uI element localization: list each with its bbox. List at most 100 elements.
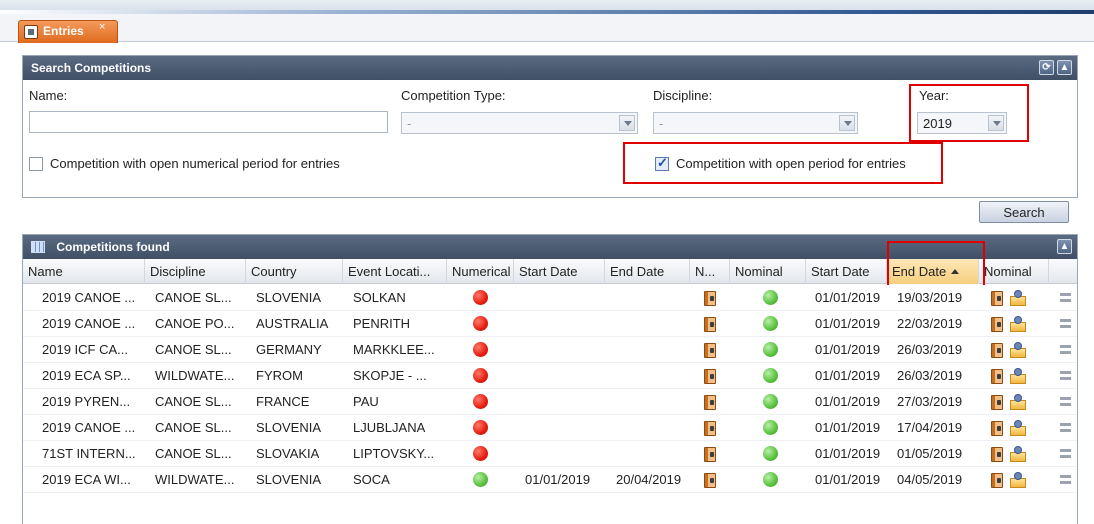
numerical-status-dot [473, 420, 488, 435]
nominal-book-icon[interactable] [991, 395, 1003, 410]
cell-name: 2019 CANOE ... [42, 316, 136, 331]
col-numerical[interactable]: Numerical [447, 259, 514, 284]
numerical-status-dot [473, 394, 488, 409]
nominal-status-dot [763, 394, 778, 409]
cell-country: AUSTRALIA [256, 316, 329, 331]
nominal-book-icon[interactable] [991, 291, 1003, 306]
col-num-end-date[interactable]: End Date [605, 259, 690, 284]
collapse-icon[interactable]: ▲ [1057, 60, 1072, 75]
discipline-select[interactable]: - [653, 112, 858, 134]
competition-type-label: Competition Type: [401, 88, 506, 103]
cell-num-end-date [611, 363, 621, 389]
chevron-down-icon[interactable] [839, 115, 855, 131]
nominal-book-icon[interactable] [991, 473, 1003, 488]
entries-book-icon[interactable] [704, 395, 716, 410]
table-row[interactable]: 2019 ECA SP... WILDWATE... FYROM SKOPJE - .… [23, 363, 1077, 389]
entries-book-icon[interactable] [704, 369, 716, 384]
row-menu-icon[interactable] [1060, 475, 1071, 484]
table-row[interactable]: 71ST INTERN... CANOE SL... SLOVAKIA LIPTOVS… [23, 441, 1077, 467]
cell-country: SLOVAKIA [256, 446, 320, 461]
cell-country: FYROM [256, 368, 303, 383]
name-input[interactable] [29, 111, 388, 133]
row-menu-icon[interactable] [1060, 293, 1071, 302]
edit-entries-icon[interactable] [1010, 316, 1026, 332]
col-event-location[interactable]: Event Locati... [343, 259, 447, 284]
cell-country: SLOVENIA [256, 472, 322, 487]
cell-start-date: 01/01/2019 [815, 342, 881, 357]
table-row[interactable]: 2019 ICF CA... CANOE SL... GERMANY MARKKLEE… [23, 337, 1077, 363]
cell-event-location: LJUBLJANA [353, 420, 426, 435]
col-name[interactable]: Name [23, 259, 145, 284]
cell-discipline: CANOE SL... [155, 290, 232, 305]
table-row[interactable]: 2019 CANOE ... CANOE SL... SLOVENIA LJUBLJA… [23, 415, 1077, 441]
refresh-icon[interactable]: ⟳ [1039, 60, 1054, 75]
entries-book-icon[interactable] [704, 421, 716, 436]
cell-num-start-date [520, 389, 530, 415]
cell-start-date: 01/01/2019 [815, 368, 881, 383]
edit-entries-icon[interactable] [1010, 446, 1026, 462]
cell-name: 2019 CANOE ... [42, 420, 136, 435]
cell-num-start-date: 01/01/2019 [525, 472, 591, 487]
edit-entries-icon[interactable] [1010, 368, 1026, 384]
edit-entries-icon[interactable] [1010, 342, 1026, 358]
edit-entries-icon[interactable] [1010, 290, 1026, 306]
nominal-book-icon[interactable] [991, 421, 1003, 436]
col-nominal[interactable]: Nominal [730, 259, 806, 284]
entries-book-icon[interactable] [704, 343, 716, 358]
cell-num-start-date [520, 337, 530, 363]
col-num-start-date[interactable]: Start Date [514, 259, 605, 284]
cell-num-end-date [611, 415, 621, 441]
cell-event-location: PENRITH [353, 316, 411, 331]
row-menu-icon[interactable] [1060, 423, 1071, 432]
cell-discipline: CANOE SL... [155, 446, 232, 461]
entries-book-icon[interactable] [704, 473, 716, 488]
cell-end-date: 01/05/2019 [897, 446, 963, 461]
discipline-label: Discipline: [653, 88, 713, 103]
person-icon [1014, 316, 1022, 324]
cell-num-end-date [611, 285, 621, 311]
nominal-book-icon[interactable] [991, 369, 1003, 384]
row-menu-icon[interactable] [1060, 449, 1071, 458]
row-menu-icon[interactable] [1060, 319, 1071, 328]
col-n[interactable]: N... [690, 259, 730, 284]
table-row[interactable]: 2019 PYREN... CANOE SL... FRANCE PAU 01/01/2… [23, 389, 1077, 415]
cell-num-start-date [520, 311, 530, 337]
table-row[interactable]: 2019 CANOE ... CANOE SL... SLOVENIA SOLKAN 0… [23, 285, 1077, 311]
search-button[interactable]: Search [979, 201, 1069, 223]
col-start-date[interactable]: Start Date [806, 259, 887, 284]
numerical-status-dot [473, 290, 488, 305]
cell-country: SLOVENIA [256, 290, 322, 305]
numerical-period-checkbox[interactable] [29, 157, 43, 171]
cell-end-date: 22/03/2019 [897, 316, 963, 331]
nominal-book-icon[interactable] [991, 317, 1003, 332]
nominal-book-icon[interactable] [991, 447, 1003, 462]
col-country[interactable]: Country [246, 259, 343, 284]
table-row[interactable]: 2019 ECA WI... WILDWATE... SLOVENIA SOCA 01/… [23, 467, 1077, 493]
entries-book-icon[interactable] [704, 291, 716, 306]
entries-book-icon[interactable] [704, 317, 716, 332]
edit-entries-icon[interactable] [1010, 472, 1026, 488]
col-nominal-actions[interactable]: Nominal [979, 259, 1049, 284]
tab-entries[interactable]: Entries × [18, 20, 118, 43]
tab-close-icon[interactable]: × [99, 21, 105, 33]
col-discipline[interactable]: Discipline [145, 259, 246, 284]
collapse-icon[interactable]: ▲ [1057, 239, 1072, 254]
row-menu-icon[interactable] [1060, 371, 1071, 380]
edit-entries-icon[interactable] [1010, 420, 1026, 436]
cell-name: 2019 ECA SP... [42, 368, 131, 383]
nominal-book-icon[interactable] [991, 343, 1003, 358]
search-panel-header: Search Competitions ⟳ ▲ [23, 56, 1077, 80]
cell-end-date: 17/04/2019 [897, 420, 963, 435]
cell-start-date: 01/01/2019 [815, 420, 881, 435]
edit-entries-icon[interactable] [1010, 394, 1026, 410]
cell-event-location: SKOPJE - ... [353, 368, 427, 383]
person-icon [1014, 368, 1022, 376]
cell-num-start-date [520, 415, 530, 441]
cell-start-date: 01/01/2019 [815, 394, 881, 409]
chevron-down-icon[interactable] [619, 115, 635, 131]
row-menu-icon[interactable] [1060, 397, 1071, 406]
entries-book-icon[interactable] [704, 447, 716, 462]
competition-type-select[interactable]: - [401, 112, 638, 134]
table-row[interactable]: 2019 CANOE ... CANOE PO... AUSTRALIA PENRIT… [23, 311, 1077, 337]
row-menu-icon[interactable] [1060, 345, 1071, 354]
